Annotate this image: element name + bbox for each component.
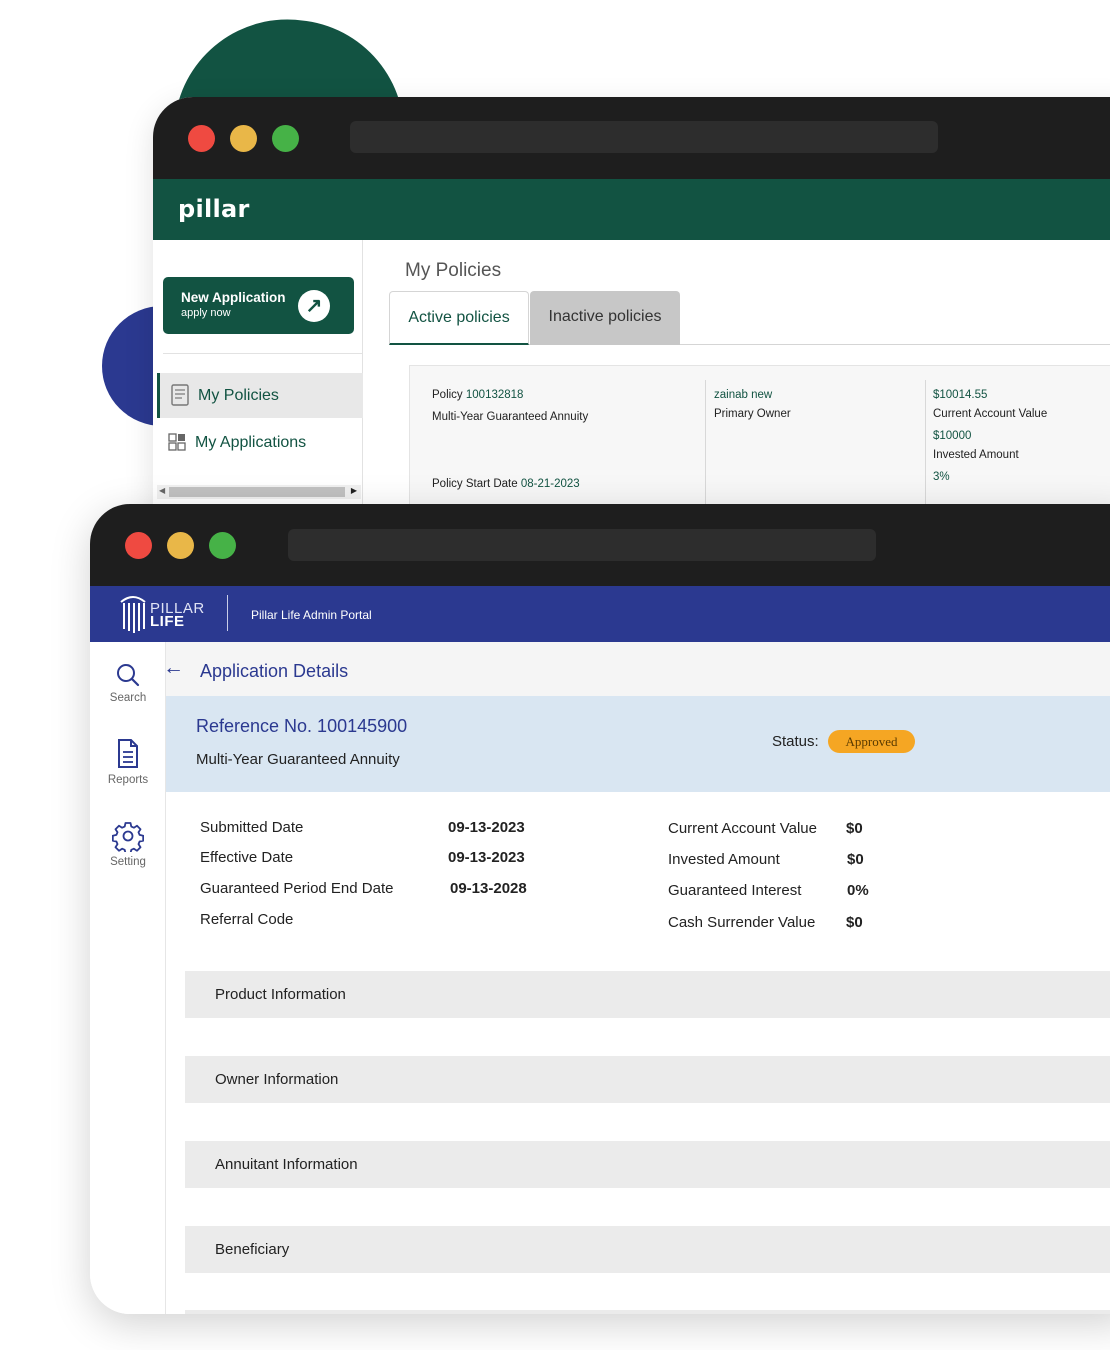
cash-surrender-value: $0 xyxy=(846,914,863,931)
interest-rate: 3% xyxy=(933,471,950,483)
gear-icon xyxy=(112,822,144,852)
policy-product: Multi-Year Guaranteed Annuity xyxy=(432,411,589,423)
current-account-value: $0 xyxy=(846,820,863,837)
section-beneficiary[interactable]: Beneficiary xyxy=(185,1226,1110,1273)
sidebar: New Application apply now ↗ My Policies xyxy=(153,240,363,537)
divider xyxy=(163,353,363,354)
sidebar-item-search[interactable]: Search xyxy=(90,662,166,704)
portal-header: PILLAR LIFE Pillar Life Admin Portal xyxy=(90,586,1110,642)
invested-amount: $10000 xyxy=(933,430,972,442)
sidebar-item-my-policies[interactable]: My Policies xyxy=(157,373,363,418)
policy-start-date: 08-21-2023 xyxy=(520,478,580,490)
effective-date-label: Effective Date xyxy=(200,849,294,866)
policies-content: My Policies Active policies Inactive pol… xyxy=(363,240,1110,537)
status-badge: Approved xyxy=(828,730,915,753)
current-value: $10014.55 xyxy=(933,389,988,401)
sidebar-item-my-applications[interactable]: My Applications xyxy=(157,420,363,465)
sidebar-item-label: Setting xyxy=(110,856,146,868)
owner-role: Primary Owner xyxy=(714,408,791,420)
arrow-up-right-icon: ↗ xyxy=(298,290,330,322)
sidebar-item-label: Reports xyxy=(107,774,149,786)
submitted-date-label: Submitted Date xyxy=(200,819,304,836)
divider xyxy=(227,595,228,631)
minimize-window-button[interactable] xyxy=(167,532,194,559)
section-annuitant-information[interactable]: Annuitant Information xyxy=(185,1141,1110,1188)
policy-values: $10014.55 Current Account Value $10000 I… xyxy=(933,386,1110,487)
horizontal-scrollbar[interactable]: ◀ ▶ xyxy=(157,485,361,499)
invested-amount-label: Invested Amount xyxy=(933,449,1019,461)
pillar-logo[interactable]: pillar xyxy=(178,195,250,223)
grid-icon xyxy=(168,433,186,451)
cash-surrender-value-label: Cash Surrender Value xyxy=(668,914,816,931)
policy-number[interactable]: 100132818 xyxy=(466,389,524,401)
reference-number: Reference No. 100145900 xyxy=(196,716,408,736)
section-title: Owner Information xyxy=(215,1071,339,1088)
submitted-date-value: 09-13-2023 xyxy=(448,819,525,836)
page-title: Application Details xyxy=(200,661,349,681)
section-product-information[interactable]: Product Information xyxy=(185,971,1110,1018)
policy-tabs: Active policies Inactive policies xyxy=(389,291,1110,345)
stage: pillar New Application apply now ↗ My Po… xyxy=(0,0,1110,1350)
portal-title: Pillar Life Admin Portal xyxy=(251,608,372,622)
section-owner-information[interactable]: Owner Information xyxy=(185,1056,1110,1103)
section-title: Annuitant Information xyxy=(215,1156,358,1173)
scroll-left-icon[interactable]: ◀ xyxy=(159,486,165,495)
close-window-button[interactable] xyxy=(125,532,152,559)
pillar-column-logo-icon[interactable] xyxy=(118,590,148,636)
scrollbar-thumb[interactable] xyxy=(169,487,345,497)
policy-summary: Policy 100132818 Multi-Year Guaranteed A… xyxy=(432,386,692,494)
section-next-partial[interactable] xyxy=(185,1310,1110,1314)
window-titlebar xyxy=(90,504,1110,586)
sidebar: Search Reports Setting xyxy=(90,642,166,1314)
search-icon xyxy=(117,664,140,687)
effective-date-value: 09-13-2023 xyxy=(448,849,525,866)
policy-label: Policy xyxy=(432,389,463,401)
address-bar[interactable] xyxy=(288,529,876,561)
admin-portal-window: PILLAR LIFE Pillar Life Admin Portal Sea… xyxy=(90,504,1110,1314)
detail-header: ← Application Details xyxy=(163,642,1110,696)
window-titlebar xyxy=(153,97,1110,179)
document-icon xyxy=(171,384,189,406)
policy-owner: zainab new Primary Owner xyxy=(714,386,914,424)
sidebar-item-label: My Policies xyxy=(198,387,279,404)
current-value-label: Current Account Value xyxy=(933,408,1048,420)
minimize-window-button[interactable] xyxy=(230,125,257,152)
logo-word-life: LIFE xyxy=(150,613,185,630)
sidebar-item-reports[interactable]: Reports xyxy=(90,738,166,786)
product-name: Multi-Year Guaranteed Annuity xyxy=(196,751,400,768)
sidebar-item-label: Search xyxy=(109,692,147,704)
policy-start-label: Policy Start Date xyxy=(432,478,518,490)
guaranteed-period-end-label: Guaranteed Period End Date xyxy=(200,880,394,897)
maximize-window-button[interactable] xyxy=(272,125,299,152)
page-title: My Policies xyxy=(405,260,502,281)
guaranteed-interest-value: 0% xyxy=(847,882,869,899)
address-bar[interactable] xyxy=(350,121,938,153)
sidebar-item-setting[interactable]: Setting xyxy=(90,820,166,868)
scroll-right-icon[interactable]: ▶ xyxy=(351,486,357,495)
guaranteed-interest-label: Guaranteed Interest xyxy=(668,882,802,899)
brand-header: pillar xyxy=(153,179,1110,240)
invested-amount-label: Invested Amount xyxy=(668,851,780,868)
invested-amount-value: $0 xyxy=(847,851,864,868)
new-application-button[interactable]: New Application apply now ↗ xyxy=(163,277,354,334)
tab-inactive-policies[interactable]: Inactive policies xyxy=(530,291,680,345)
maximize-window-button[interactable] xyxy=(209,532,236,559)
application-details-content: ← Application Details Reference No. 1001… xyxy=(163,642,1110,1314)
sidebar-item-label: My Applications xyxy=(195,434,307,451)
owner-name: zainab new xyxy=(714,389,773,401)
document-icon xyxy=(118,739,138,768)
referral-code-label: Referral Code xyxy=(200,911,294,928)
current-account-value-label: Current Account Value xyxy=(668,820,817,837)
section-title: Product Information xyxy=(215,986,346,1003)
guaranteed-period-end-value: 09-13-2028 xyxy=(450,880,527,897)
section-title: Beneficiary xyxy=(215,1241,290,1258)
status-label: Status: xyxy=(772,733,819,750)
reference-banner: Reference No. 100145900 Multi-Year Guara… xyxy=(166,696,1110,792)
back-arrow-icon[interactable]: ← xyxy=(163,656,184,680)
close-window-button[interactable] xyxy=(188,125,215,152)
tab-active-policies[interactable]: Active policies xyxy=(389,291,529,345)
customer-portal-window: pillar New Application apply now ↗ My Po… xyxy=(153,97,1110,537)
